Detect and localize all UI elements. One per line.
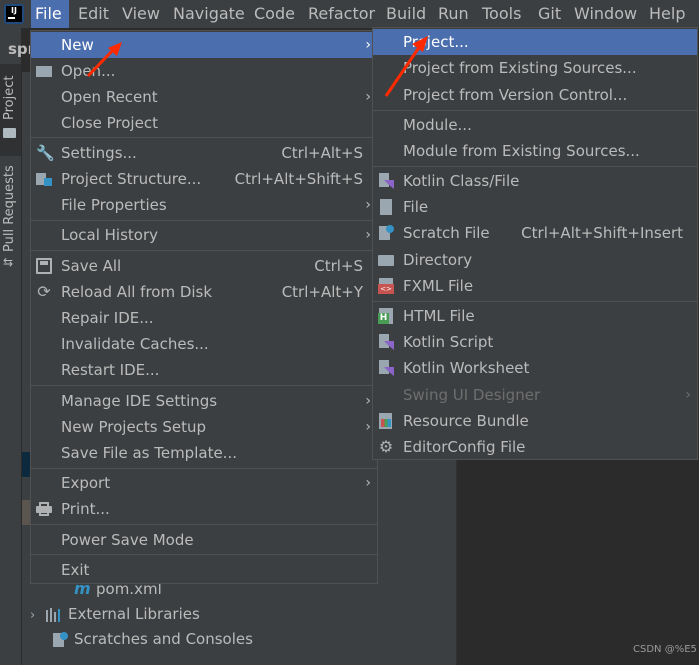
menu-window[interactable]: Window	[570, 0, 641, 28]
menu-separator	[31, 385, 377, 386]
wrench-icon: 🔧	[36, 144, 55, 162]
chevron-right-icon: ›	[365, 37, 371, 53]
kotlin-worksheet-icon	[378, 360, 394, 376]
chevron-right-icon: ›	[365, 227, 371, 243]
folder-open-icon	[36, 63, 52, 79]
scratch-file-icon	[378, 225, 394, 241]
menu-separator	[31, 250, 377, 251]
menu-item-new[interactable]: New ›	[31, 32, 377, 58]
menu-item-save-as-template[interactable]: Save File as Template...	[31, 440, 377, 466]
pull-requests-tab-label[interactable]: Pull Requests	[2, 165, 17, 252]
gear-icon: ⚙	[378, 437, 394, 456]
menu-separator	[31, 524, 377, 525]
menu-item-directory[interactable]: Directory	[373, 247, 697, 273]
menu-git[interactable]: Git	[534, 0, 565, 28]
menu-item-export[interactable]: Export ›	[31, 470, 377, 496]
menu-item-kotlin-class[interactable]: Kotlin Class/File	[373, 168, 697, 194]
menu-item-project-structure[interactable]: Project Structure... Ctrl+Alt+Shift+S	[31, 166, 377, 192]
menu-refactor[interactable]: Refactor	[304, 0, 379, 28]
chevron-right-icon: ›	[685, 387, 691, 403]
printer-icon	[36, 501, 52, 517]
menu-item-scratch-file[interactable]: Scratch File Ctrl+Alt+Shift+Insert	[373, 220, 697, 246]
menu-item-open[interactable]: Open...	[31, 58, 377, 84]
menu-item-local-history[interactable]: Local History ›	[31, 222, 377, 248]
menu-code[interactable]: Code	[250, 0, 299, 28]
menu-item-module-existing[interactable]: Module from Existing Sources...	[373, 138, 697, 164]
file-icon	[378, 199, 394, 215]
menu-item-repair-ide[interactable]: Repair IDE...	[31, 305, 377, 331]
html-file-icon	[378, 308, 394, 324]
menu-item-kotlin-script[interactable]: Kotlin Script	[373, 329, 697, 355]
chevron-right-icon: ›	[365, 393, 371, 409]
annotation-arrow-icon	[384, 36, 428, 97]
project-structure-icon	[36, 171, 52, 187]
menu-navigate[interactable]: Navigate	[169, 0, 249, 28]
pull-request-icon: ⇆	[3, 255, 14, 269]
menu-item-module[interactable]: Module...	[373, 112, 697, 138]
libraries-icon	[46, 607, 64, 622]
tree-row-highlight	[22, 500, 30, 525]
tree-item-label: External Libraries	[68, 605, 200, 623]
chevron-right-icon: ›	[365, 89, 371, 105]
menu-separator	[31, 554, 377, 555]
menu-separator	[373, 301, 697, 302]
menu-item-fxml-file[interactable]: FXML File	[373, 273, 697, 299]
menu-item-reload-all[interactable]: ⟳ Reload All from Disk Ctrl+Alt+Y	[31, 279, 377, 305]
menu-item-open-recent[interactable]: Open Recent ›	[31, 84, 377, 110]
scratches-icon	[52, 631, 68, 648]
kotlin-script-icon	[378, 334, 394, 350]
menu-edit[interactable]: Edit	[74, 0, 113, 28]
menu-separator	[373, 166, 697, 167]
save-icon	[36, 258, 52, 274]
fxml-file-icon	[378, 278, 394, 294]
menu-item-new-projects-setup[interactable]: New Projects Setup ›	[31, 414, 377, 440]
chevron-right-icon: ›	[365, 197, 371, 213]
tree-row-selected	[22, 452, 30, 477]
tree-item-external-libraries[interactable]: › External Libraries	[30, 602, 200, 626]
menu-separator	[31, 468, 377, 469]
menu-bar: IJ File Edit View Navigate Code Refactor…	[0, 0, 699, 28]
menu-build[interactable]: Build	[382, 0, 430, 28]
menu-help[interactable]: Help	[645, 0, 689, 28]
intellij-logo-icon: IJ	[4, 4, 24, 24]
menu-item-swing-ui-designer: Swing UI Designer ›	[373, 382, 697, 408]
menu-item-manage-ide-settings[interactable]: Manage IDE Settings ›	[31, 388, 377, 414]
tree-item-scratches[interactable]: Scratches and Consoles	[52, 627, 253, 651]
tree-item-label: Scratches and Consoles	[74, 630, 253, 648]
chevron-right-icon: ›	[365, 475, 371, 491]
chevron-right-icon[interactable]: ›	[30, 604, 46, 628]
menu-item-file-properties[interactable]: File Properties ›	[31, 192, 377, 218]
menu-item-invalidate-caches[interactable]: Invalidate Caches...	[31, 331, 377, 357]
kotlin-file-icon	[378, 173, 394, 189]
menu-tools[interactable]: Tools	[478, 0, 525, 28]
chevron-right-icon: ›	[365, 419, 371, 435]
menu-item-save-all[interactable]: Save All Ctrl+S	[31, 253, 377, 279]
menu-view[interactable]: View	[118, 0, 164, 28]
menu-separator	[373, 110, 697, 111]
menu-item-file[interactable]: File	[373, 194, 697, 220]
menu-item-close-project[interactable]: Close Project	[31, 110, 377, 136]
menu-item-restart-ide[interactable]: Restart IDE...	[31, 357, 377, 383]
menu-item-resource-bundle[interactable]: Resource Bundle	[373, 408, 697, 434]
menu-file[interactable]: File	[31, 0, 69, 28]
menu-run[interactable]: Run	[434, 0, 473, 28]
editor-area	[456, 460, 699, 665]
menu-item-power-save[interactable]: Power Save Mode	[31, 527, 377, 553]
folder-icon	[378, 252, 394, 268]
project-tab-label: Project	[2, 75, 17, 120]
menu-item-editorconfig[interactable]: ⚙ EditorConfig File	[373, 434, 697, 460]
menu-item-kotlin-worksheet[interactable]: Kotlin Worksheet	[373, 355, 697, 381]
reload-icon: ⟳	[37, 282, 51, 301]
folder-icon	[3, 128, 16, 138]
annotation-arrow-icon	[86, 42, 122, 78]
menu-item-print[interactable]: Print...	[31, 496, 377, 522]
menu-item-exit[interactable]: Exit	[31, 557, 377, 583]
watermark: CSDN @%E5	[633, 644, 697, 655]
menu-separator	[31, 137, 377, 138]
menu-item-settings[interactable]: 🔧 Settings... Ctrl+Alt+S	[31, 140, 377, 166]
resource-bundle-icon	[378, 413, 394, 429]
file-menu: New › Open... Open Recent › Close Project …	[30, 30, 378, 584]
menu-item-html-file[interactable]: HTML File	[373, 303, 697, 329]
menu-separator	[31, 220, 377, 221]
